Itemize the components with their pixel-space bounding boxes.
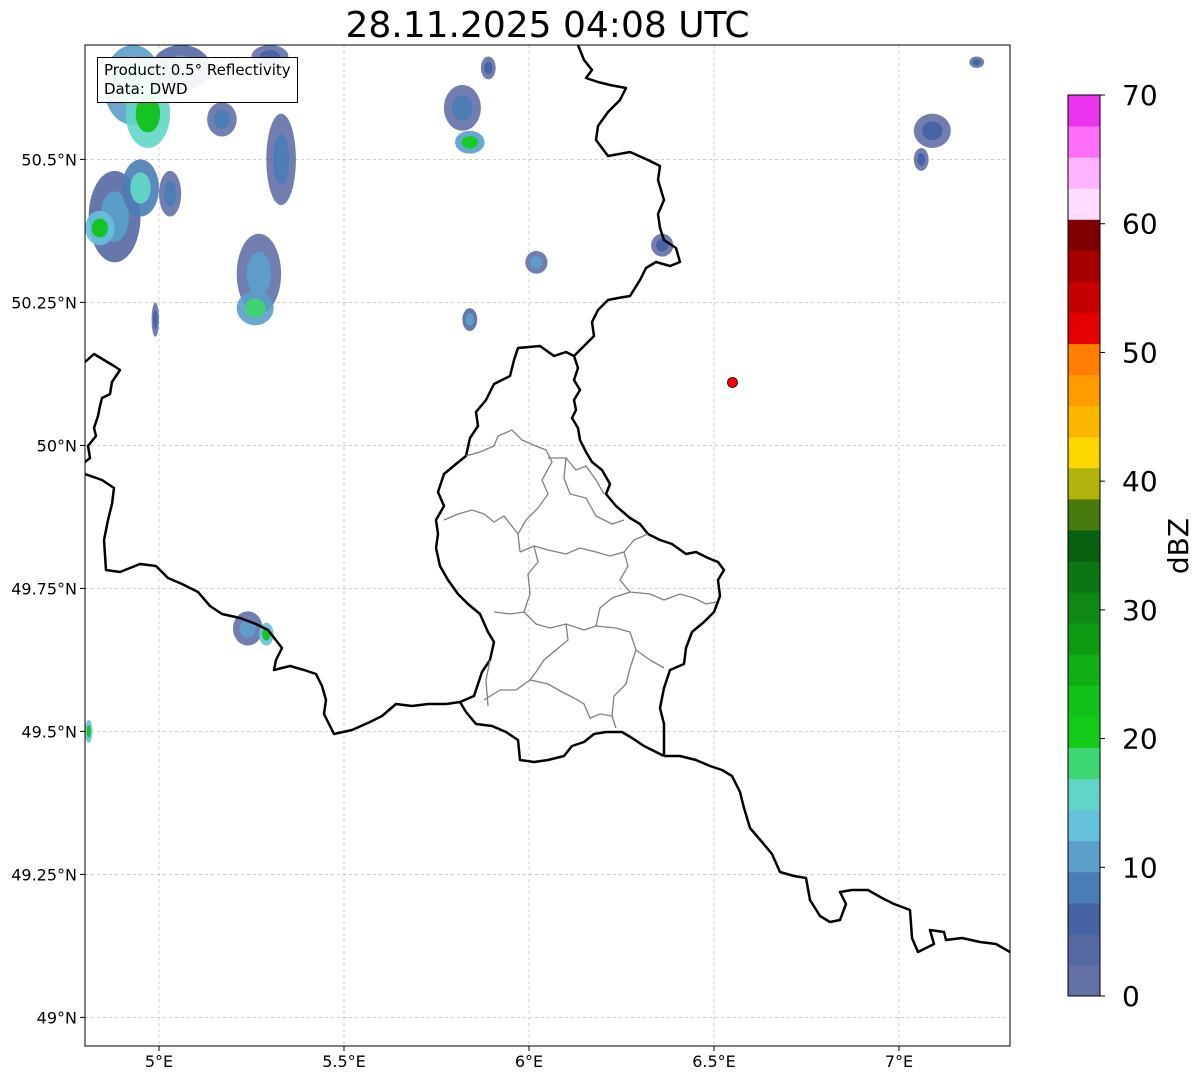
lat-tick-label: 49.5°N (21, 722, 77, 741)
colorbar-segment (1068, 250, 1100, 282)
colorbar-segment (1068, 188, 1100, 220)
colorbar-segment (1068, 716, 1100, 748)
lat-tick-label: 50.5°N (21, 150, 77, 169)
colorbar-segment (1068, 436, 1100, 469)
colorbar-segment (1068, 281, 1100, 313)
colorbar-segment (1068, 747, 1100, 780)
colorbar-segment (1068, 126, 1100, 158)
echo-core (972, 59, 981, 66)
colorbar-segment (1068, 592, 1100, 624)
latitude-axis: 50.5°N 50.25°N 50°N 49.75°N 49.5°N 49.25°N 49°… (11, 150, 85, 1027)
lon-tick-label: 5.5°E (322, 1052, 366, 1071)
echo-core (130, 172, 151, 204)
lon-tick-label: 6°E (515, 1052, 543, 1071)
echo-core (153, 310, 158, 329)
data-source-label: Data: DWD (104, 80, 188, 98)
colorbar-segment (1068, 933, 1100, 966)
colorbar-segment (1068, 964, 1100, 997)
site-marker-layer (727, 377, 738, 388)
echo-core (452, 95, 473, 121)
echo-core (91, 218, 108, 238)
colorbar-segment (1068, 374, 1100, 407)
colorbar-segment (1068, 809, 1100, 842)
colorbar-segment (1068, 219, 1100, 251)
colorbar-segment (1068, 623, 1100, 655)
lon-tick-label: 7°E (885, 1052, 913, 1071)
lat-tick-label: 50.25°N (11, 293, 77, 312)
colorbar-tick-label: 70 (1122, 79, 1158, 112)
colorbar-tick-label: 50 (1122, 336, 1158, 369)
radar-site-marker (727, 377, 738, 388)
colorbar-segment (1068, 654, 1100, 686)
colorbar-segment (1068, 685, 1100, 717)
lon-tick-label: 5°E (145, 1052, 173, 1071)
colorbar-segment (1068, 561, 1100, 593)
colorbar-segment (1068, 498, 1100, 531)
echo-core (484, 61, 493, 75)
echo-core (245, 298, 266, 318)
colorbar-label: dBZ (1162, 518, 1195, 574)
colorbar-segment (1068, 871, 1100, 904)
echo-core (917, 153, 926, 166)
colorbar-tick-label: 30 (1122, 594, 1158, 627)
product-label: Product: 0.5° Reflectivity (104, 61, 291, 79)
colorbar-segment (1068, 157, 1100, 189)
echo-core (461, 135, 478, 149)
colorbar-segment (1068, 778, 1100, 811)
colorbar-segment (1068, 95, 1100, 127)
colorbar-tick-label: 10 (1122, 851, 1158, 884)
colorbar-segment (1068, 467, 1100, 500)
longitude-axis: 5°E 5.5°E 6°E 6.5°E 7°E (145, 1046, 913, 1071)
radar-map[interactable]: 5°E 5.5°E 6°E 6.5°E 7°E 50.5°N 50.25°N 50°N 49.… (0, 0, 1202, 1081)
colorbar: 0 10 20 30 40 50 60 70 dBZ (1067, 79, 1195, 1013)
map-background (85, 45, 1010, 1046)
echo-core (465, 313, 474, 326)
echo-core (246, 251, 272, 296)
product-info-box: Product: 0.5° Reflectivity Data: DWD (97, 57, 298, 103)
lat-tick-label: 49.75°N (11, 579, 77, 598)
echo-core (213, 109, 231, 129)
colorbar-tick-label: 20 (1122, 723, 1158, 756)
echo-core (530, 256, 543, 269)
lat-tick-label: 49.25°N (11, 865, 77, 884)
colorbar-segment (1068, 840, 1100, 873)
lat-tick-label: 50°N (37, 436, 77, 455)
echo-core (272, 134, 290, 185)
colorbar-segment (1068, 529, 1100, 562)
colorbar-tick-label: 0 (1122, 980, 1140, 1013)
colorbar-tick-label: 40 (1122, 465, 1158, 498)
lon-tick-label: 6.5°E (692, 1052, 736, 1071)
colorbar-tick-label: 60 (1122, 208, 1158, 241)
colorbar-segment (1068, 405, 1100, 438)
echo-core (86, 725, 91, 738)
echo-core (163, 181, 177, 207)
echo-core (922, 121, 943, 141)
lat-tick-label: 49°N (37, 1008, 77, 1027)
colorbar-segment (1068, 312, 1100, 345)
colorbar-segment (1068, 902, 1100, 935)
colorbar-segment (1068, 343, 1100, 376)
